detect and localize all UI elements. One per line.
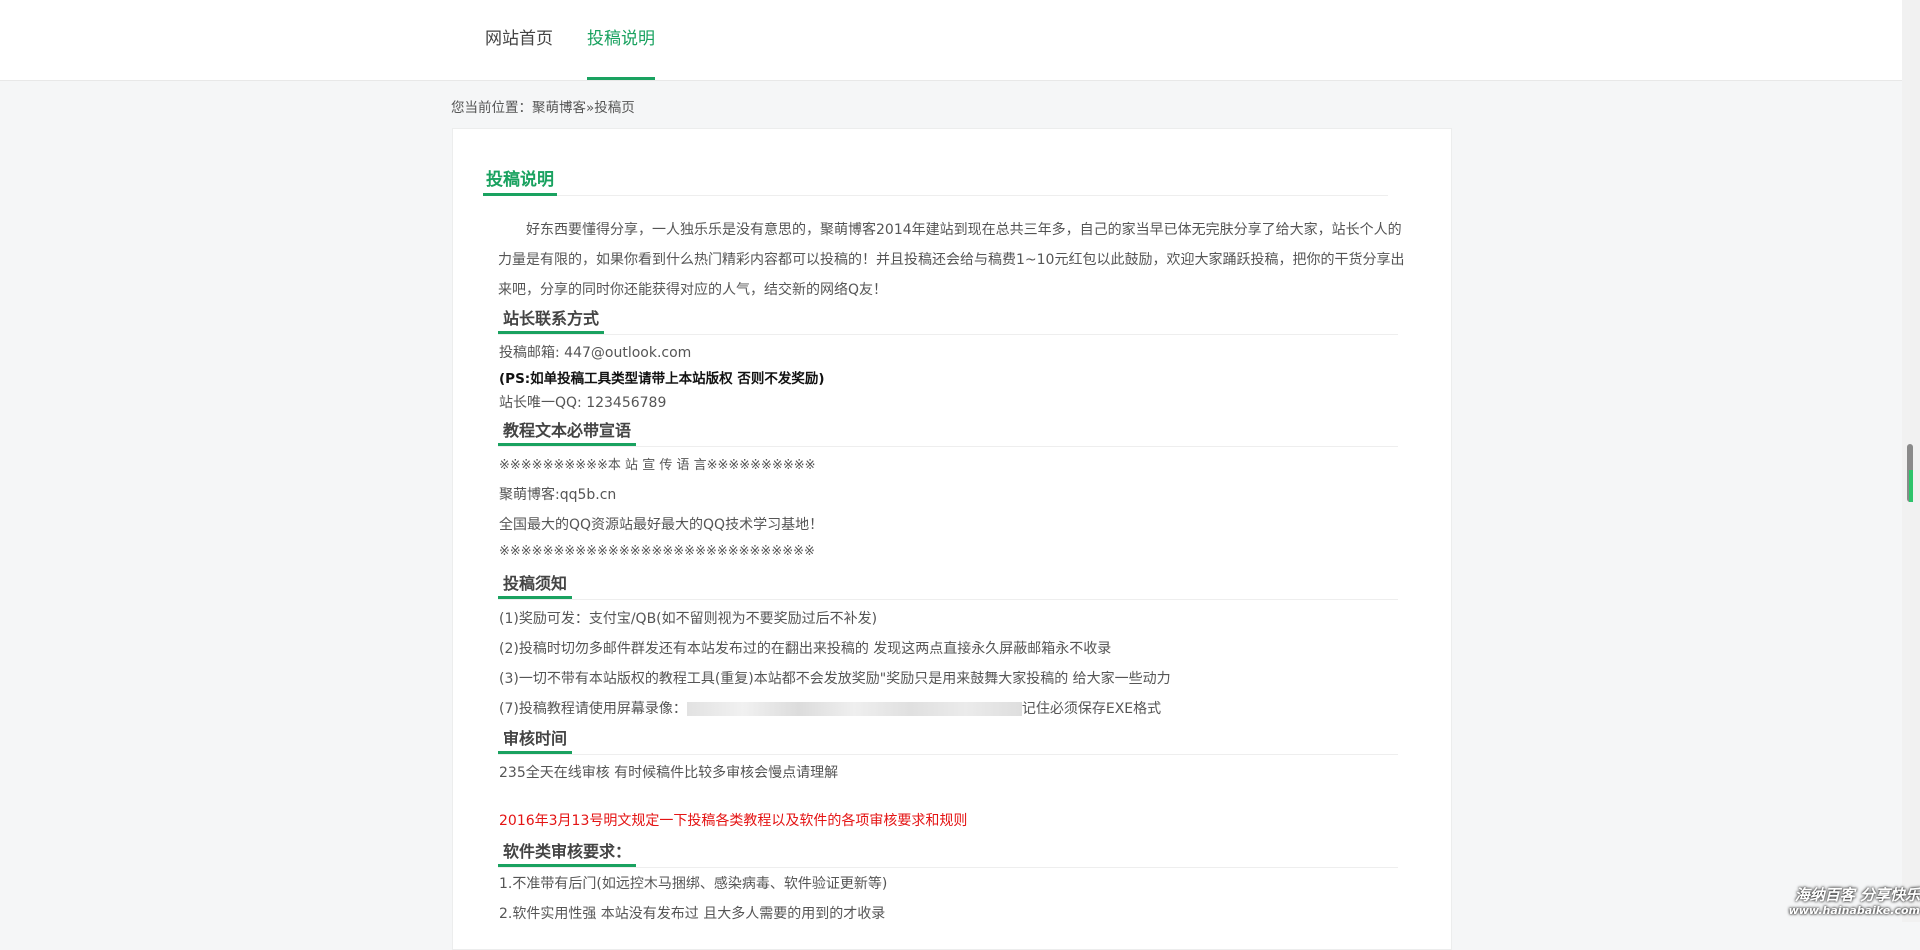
software-line: 2.软件实用性强 本站没有发布过 且大多人需要的用到的才收录 bbox=[499, 906, 886, 922]
watermark: 海纳百客 分享快乐 www.hainabaike.com bbox=[1740, 886, 1920, 922]
watermark-line2: www.hainabaike.com bbox=[1788, 904, 1920, 917]
slogan-line: 聚萌博客:qq5b.cn bbox=[499, 487, 617, 503]
notice-line: (1)奖励可发：支付宝/QB(如不留则视为不要奖励过后不补发) bbox=[499, 611, 878, 627]
page-title: 投稿说明 bbox=[483, 165, 557, 196]
section-review: 审核时间 bbox=[498, 725, 1398, 755]
scroll-progress-indicator bbox=[1909, 470, 1913, 502]
section-software: 软件类审核要求： bbox=[498, 838, 1398, 868]
section-title-software: 软件类审核要求： bbox=[498, 838, 637, 867]
section-title-contact: 站长联系方式 bbox=[498, 305, 605, 334]
slogan-line: ※※※※※※※※※※本 站 宣 传 语 言※※※※※※※※※※ bbox=[499, 458, 816, 473]
notice-line-7-suffix: 记住必须保存EXE格式 bbox=[1021, 701, 1162, 717]
top-nav-bar: 网站首页 投稿说明 bbox=[0, 0, 1902, 81]
slogan-line: 全国最大的QQ资源站最好最大的QQ技术学习基地！ bbox=[499, 517, 824, 533]
section-slogan: 教程文本必带宣语 bbox=[498, 417, 1398, 447]
breadcrumb-prefix: 您当前位置： bbox=[451, 100, 532, 116]
nav-item-home[interactable]: 网站首页 bbox=[485, 0, 553, 80]
slogan-line: ※※※※※※※※※※※※※※※※※※※※※※※※※※※※※ bbox=[499, 544, 815, 559]
contact-qq: 站长唯一QQ: 123456789 bbox=[499, 395, 667, 411]
breadcrumb-current: 投稿页 bbox=[594, 100, 635, 116]
section-notice: 投稿须知 bbox=[498, 570, 1398, 600]
section-contact: 站长联系方式 bbox=[498, 305, 1398, 335]
notice-line-7-prefix: (7)投稿教程请使用屏幕录像： bbox=[499, 701, 687, 717]
nav-item-guide[interactable]: 投稿说明 bbox=[587, 0, 655, 80]
section-title-notice: 投稿须知 bbox=[498, 570, 573, 599]
section-title-slogan: 教程文本必带宣语 bbox=[498, 417, 637, 446]
review-text: 235全天在线审核 有时候稿件比较多审核会慢点请理解 bbox=[499, 765, 839, 781]
software-line: 1.不准带有后门(如远控木马捆绑、感染病毒、软件验证更新等) bbox=[499, 876, 888, 892]
page-scrollbar[interactable] bbox=[1902, 0, 1920, 922]
announcement: 2016年3月13号明文规定一下投稿各类教程以及软件的各项审核要求和规则 bbox=[499, 813, 968, 829]
watermark-line1: 海纳百客 分享快乐 bbox=[1794, 886, 1920, 904]
breadcrumb-site-link[interactable]: 聚萌博客 bbox=[532, 100, 586, 116]
content-panel: 投稿说明 好东西要懂得分享，一人独乐乐是没有意思的，聚萌博客2014年建站到现在… bbox=[452, 128, 1452, 950]
section-title-review: 审核时间 bbox=[498, 725, 573, 754]
panel-header: 投稿说明 bbox=[483, 165, 1388, 196]
notice-line-7: (7)投稿教程请使用屏幕录像： 记住必须保存EXE格式 bbox=[499, 698, 1161, 718]
notice-line: (2)投稿时切勿多邮件群发还有本站发布过的在翻出来投稿的 发现这两点直接永久屏蔽… bbox=[499, 641, 1112, 657]
contact-ps-note: (PS:如单投稿工具类型请带上本站版权 否则不发奖励) bbox=[499, 371, 825, 387]
blurred-link bbox=[686, 702, 1022, 716]
notice-line: (3)一切不带有本站版权的教程工具(重复)本站都不会发放奖励"奖励只是用来鼓舞大… bbox=[499, 671, 1171, 687]
contact-email: 投稿邮箱: 447@outlook.com bbox=[499, 345, 692, 361]
intro-paragraph: 好东西要懂得分享，一人独乐乐是没有意思的，聚萌博客2014年建站到现在总共三年多… bbox=[498, 222, 1405, 298]
breadcrumb: 您当前位置：聚萌博客»投稿页 bbox=[451, 96, 635, 116]
